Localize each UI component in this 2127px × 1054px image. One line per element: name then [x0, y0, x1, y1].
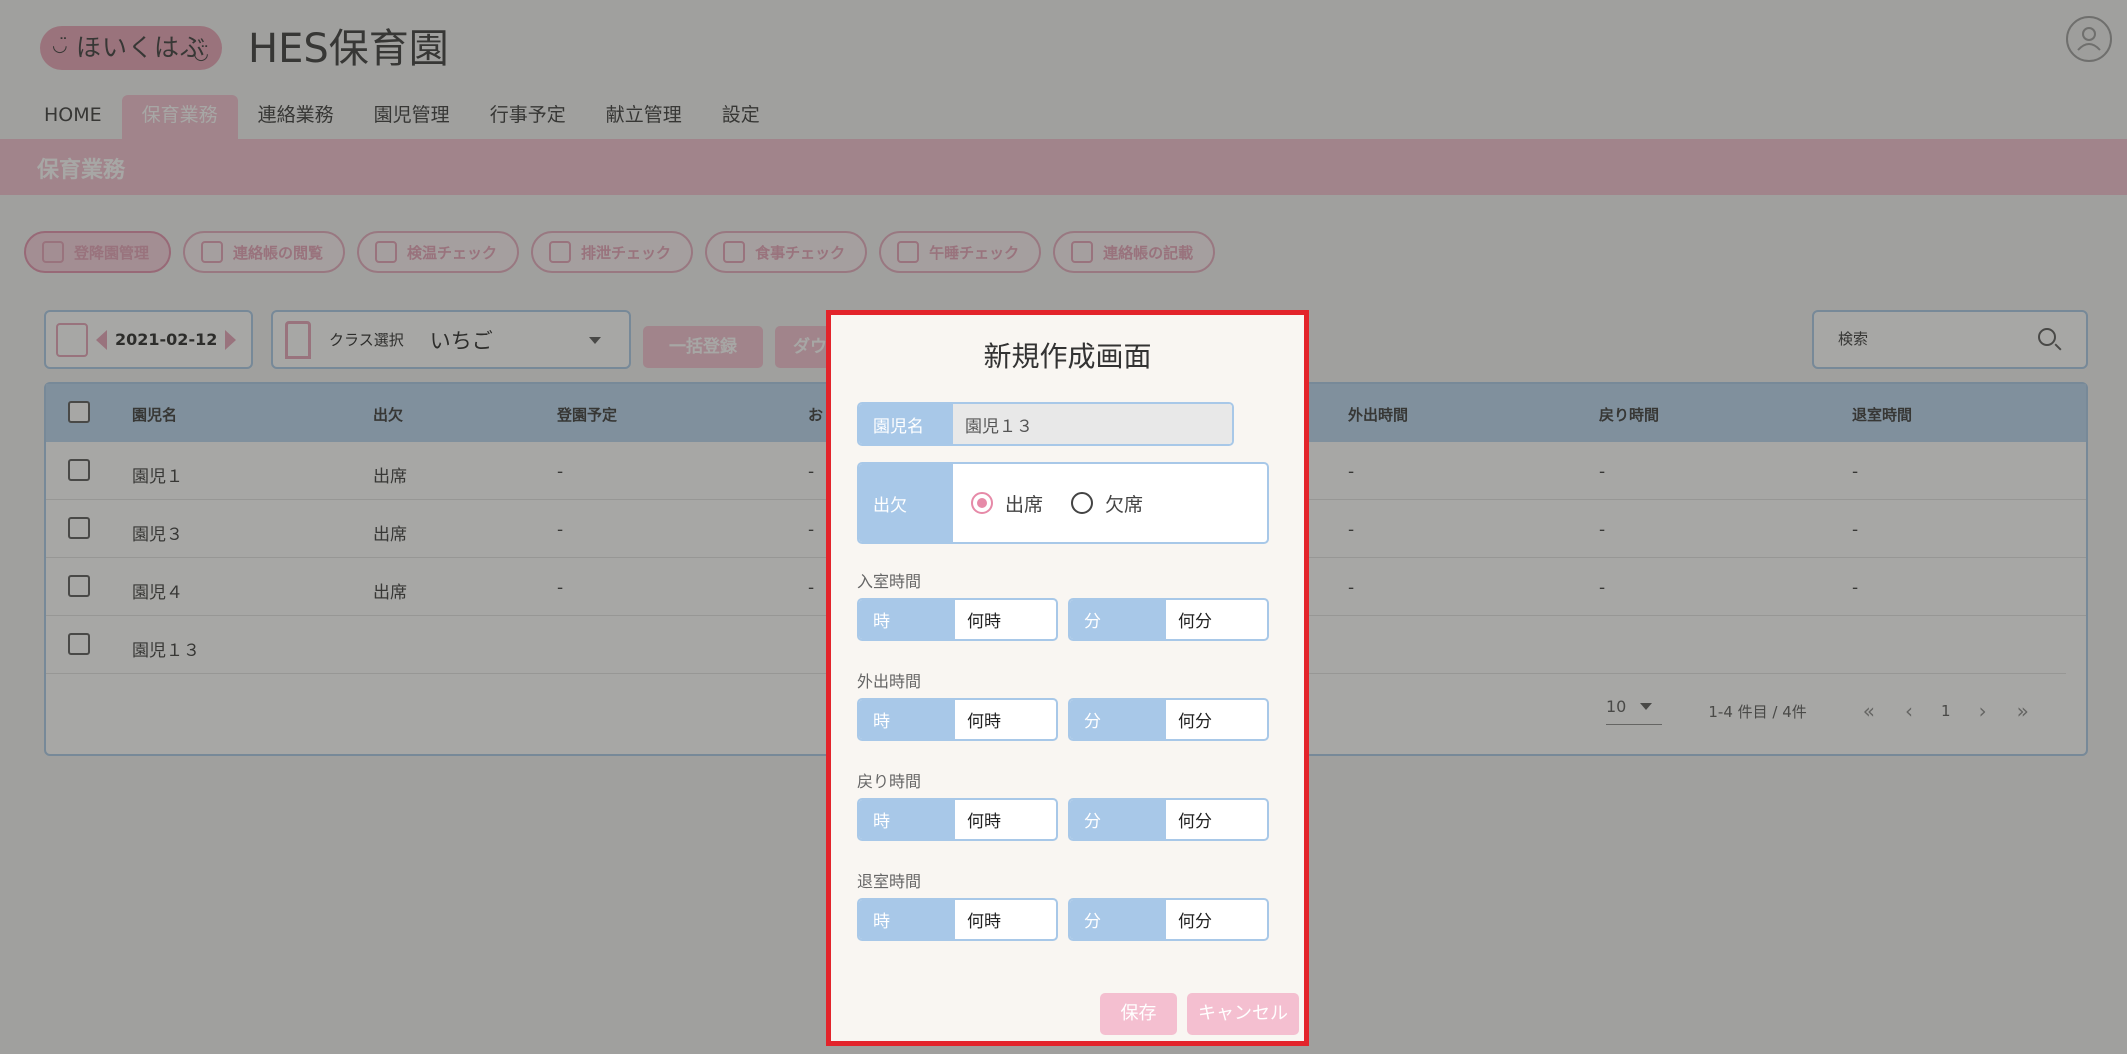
entry-time-label: 入室時間 — [857, 572, 922, 591]
leave-time-label: 退室時間 — [857, 872, 922, 891]
return-time-label: 戻り時間 — [857, 772, 922, 791]
hour-label: 時 — [859, 900, 955, 939]
leave-hour-field[interactable]: 時 何時 — [857, 898, 1058, 941]
leave-minute-field[interactable]: 分 何分 — [1068, 898, 1269, 941]
minute-label: 分 — [1070, 900, 1166, 939]
save-button[interactable]: 保存 — [1100, 993, 1177, 1035]
attendance-field: 出欠 出席 欠席 — [857, 462, 1269, 544]
hour-label: 時 — [859, 700, 955, 739]
create-dialog: 新規作成画面 園児名 園児１３ 出欠 出席 欠席 入室時間 時 何時 分 何分 … — [826, 310, 1309, 1046]
hour-label: 時 — [859, 800, 955, 839]
dialog-title: 新規作成画面 — [983, 340, 1152, 373]
minute-placeholder: 何分 — [1178, 812, 1212, 832]
radio-present-label[interactable]: 出席 — [1005, 490, 1043, 517]
radio-present[interactable] — [971, 492, 993, 514]
minute-label: 分 — [1070, 800, 1166, 839]
hour-placeholder: 何時 — [967, 712, 1001, 732]
hour-placeholder: 何時 — [967, 812, 1001, 832]
child-name-label: 園児名 — [859, 404, 953, 444]
radio-absent[interactable] — [1071, 492, 1094, 514]
entry-hour-field[interactable]: 時 何時 — [857, 598, 1058, 641]
out-minute-field[interactable]: 分 何分 — [1068, 698, 1269, 741]
return-minute-field[interactable]: 分 何分 — [1068, 798, 1269, 841]
hour-label: 時 — [859, 600, 955, 639]
radio-absent-label[interactable]: 欠席 — [1105, 490, 1143, 517]
return-hour-field[interactable]: 時 何時 — [857, 798, 1058, 841]
child-name-field: 園児名 園児１３ — [857, 402, 1234, 446]
entry-minute-field[interactable]: 分 何分 — [1068, 598, 1269, 641]
minute-placeholder: 何分 — [1178, 912, 1212, 932]
out-hour-field[interactable]: 時 何時 — [857, 698, 1058, 741]
out-time-label: 外出時間 — [857, 672, 922, 691]
attendance-label: 出欠 — [859, 464, 953, 542]
hour-placeholder: 何時 — [967, 612, 1001, 632]
minute-label: 分 — [1070, 600, 1166, 639]
minute-label: 分 — [1070, 700, 1166, 739]
minute-placeholder: 何分 — [1178, 612, 1212, 632]
minute-placeholder: 何分 — [1178, 712, 1212, 732]
hour-placeholder: 何時 — [967, 912, 1001, 932]
child-name-value: 園児１３ — [953, 404, 1232, 444]
attendance-radio-group: 出席 欠席 — [953, 464, 1267, 542]
cancel-button[interactable]: キャンセル — [1187, 993, 1299, 1035]
